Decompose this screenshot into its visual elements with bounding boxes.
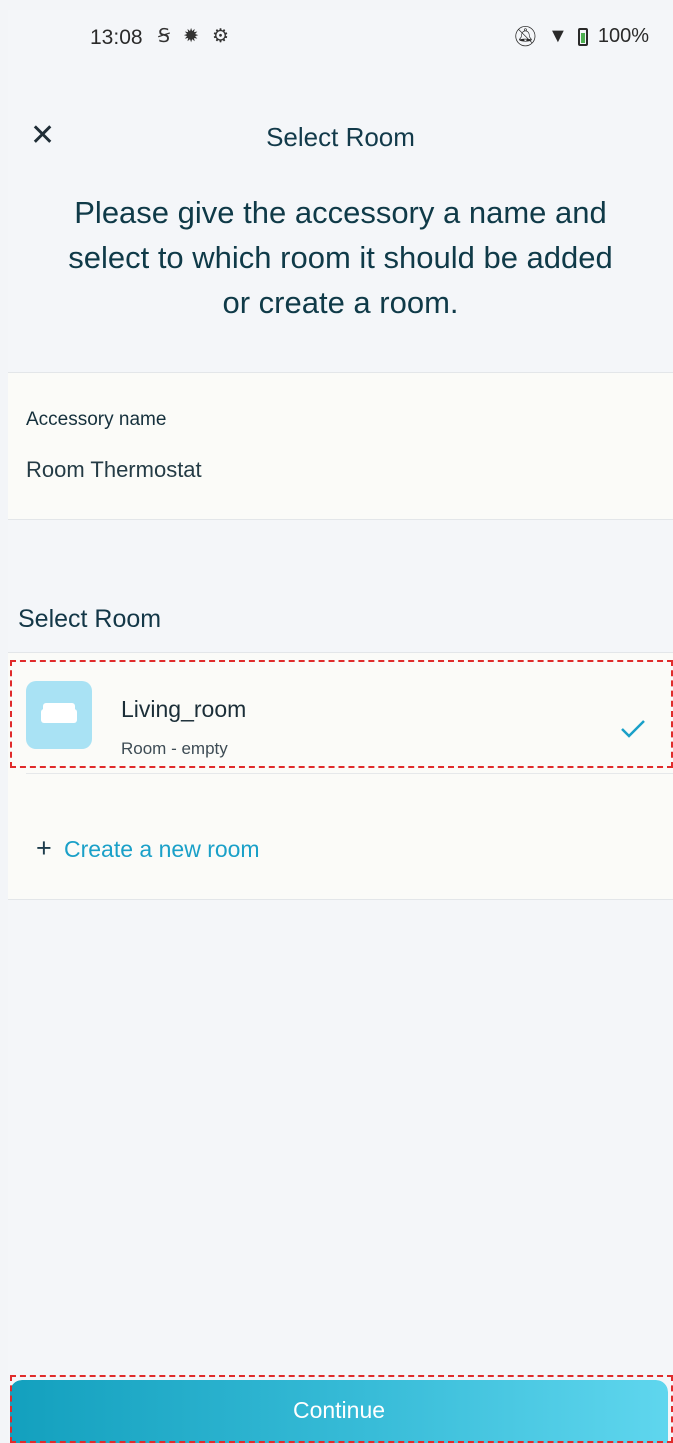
gear-icon: ✹ [183,26,199,47]
continue-label: Continue [292,1397,386,1423]
room-name: Living_room [121,696,247,722]
battery-icon [577,27,588,46]
status-time: 13:08 [90,26,143,49]
room-thumbnail [26,681,92,749]
create-room-label: Create a new room [64,836,260,862]
status-right: 🔕︎ ▼ 100% [513,24,649,49]
continue-button[interactable]: Continue [10,1380,668,1443]
plus-icon: + [36,833,52,863]
accessory-name-field[interactable]: Accessory name Room Thermostat [8,372,673,520]
room-item-living-room[interactable]: Living_room Room - empty [8,653,673,771]
checkmark-icon [621,720,645,738]
settings-icon: ⚙ [211,26,230,47]
page-title: Select Room [266,122,415,152]
screen: 13:08 Ꞩ ✹ ⚙ 🔕︎ ▼ 100% ✕ Select Room Plea… [8,10,673,1443]
create-room-button[interactable]: + Create a new room [8,774,673,898]
battery-level: 100% [597,25,649,47]
room-subtitle: Room - empty [121,739,228,758]
intro-text: Please give the accessory a name and sel… [68,195,613,320]
s-icon: Ꞩ [158,26,171,47]
room-list: Living_room Room - empty + Create a new … [8,652,673,900]
sofa-icon [41,703,77,723]
wifi-icon: ▼ [548,25,568,47]
select-room-heading: Select Room [18,605,162,633]
mute-icon: 🔕︎ [512,26,539,48]
accessory-name-label: Accessory name [26,409,167,430]
status-left-icons: Ꞩ ✹ ⚙ [158,25,229,48]
status-bar: 13:08 Ꞩ ✹ ⚙ 🔕︎ ▼ 100% [8,10,673,68]
accessory-name-input[interactable]: Room Thermostat [26,457,202,483]
